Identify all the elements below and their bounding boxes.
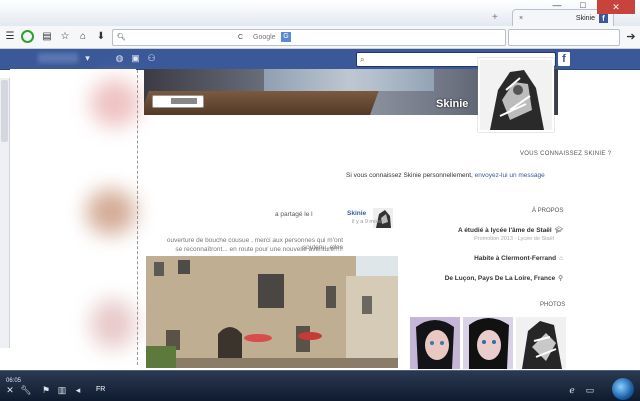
language-indicator[interactable]: FR bbox=[96, 386, 105, 393]
volume-icon[interactable]: ◂ bbox=[72, 384, 84, 396]
about-from[interactable]: De Luçon, Pays De La Loire, France ⚲ bbox=[445, 274, 563, 282]
about-lives[interactable]: Habite à Clermont-Ferrand ⌂ bbox=[474, 255, 563, 262]
about-section: A étudié à lycée l'âme de Staël 🎓︎ Promot… bbox=[404, 200, 568, 300]
maximize-button[interactable]: □ bbox=[572, 0, 594, 12]
column-divider bbox=[137, 70, 138, 365]
download-icon[interactable]: ⬇ bbox=[94, 30, 108, 44]
ie-browser-icon[interactable]: ℯ bbox=[566, 384, 578, 396]
know-message-text: Si vous connaissez Skinie personnellemen… bbox=[346, 172, 473, 179]
blurred-ad-image bbox=[86, 189, 136, 235]
explorer-folder-icon[interactable]: ▭ bbox=[584, 384, 596, 396]
scrollbar-thumb[interactable] bbox=[1, 80, 8, 142]
messages-icon[interactable]: ▣ bbox=[130, 53, 141, 64]
know-question: VOUS CONNAISSEZ SKINIE ? bbox=[520, 151, 612, 157]
chevron-down-icon[interactable]: ▾ bbox=[82, 53, 93, 64]
search-icon: ⌕ bbox=[360, 55, 365, 64]
clipboard-icon[interactable]: ▤ bbox=[40, 30, 54, 44]
photo-thumbnail[interactable] bbox=[516, 317, 566, 369]
post-shared-label: a partagé le l bbox=[275, 211, 313, 218]
reload-icon[interactable]: C bbox=[238, 30, 243, 45]
network-icon[interactable]: ▥ bbox=[56, 384, 68, 396]
close-window-button[interactable]: ✕ bbox=[597, 0, 635, 14]
blurred-ad-image bbox=[90, 79, 140, 127]
about-lives-text: Habite à Clermont-Ferrand bbox=[474, 255, 557, 262]
flag-icon[interactable]: ⚑ bbox=[40, 384, 52, 396]
photos-title: PHOTOS bbox=[540, 302, 566, 308]
search-icon: 🔍︎ bbox=[117, 34, 126, 41]
about-school[interactable]: A étudié à lycée l'âme de Staël 🎓︎ bbox=[458, 226, 563, 234]
search-bar[interactable]: 🔍︎ C Google G bbox=[112, 29, 506, 46]
home-icon[interactable]: ⌂ bbox=[76, 30, 90, 44]
search-engine-label: Google bbox=[253, 34, 276, 41]
photo-thumbnail[interactable] bbox=[463, 317, 513, 369]
minimize-button[interactable]: — bbox=[546, 0, 568, 12]
tools-icon[interactable]: 🔧︎ bbox=[20, 384, 32, 396]
extension-icon[interactable] bbox=[20, 30, 34, 44]
globe-notifications-icon[interactable]: ◍ bbox=[114, 53, 125, 64]
about-school-text: A étudié à lycée l'âme de Staël bbox=[457, 227, 552, 234]
profile-nav-link[interactable] bbox=[38, 53, 78, 63]
google-icon: G bbox=[281, 32, 291, 42]
address-input[interactable] bbox=[508, 29, 620, 46]
about-from-text: De Luçon, Pays De La Loire, France bbox=[444, 275, 556, 282]
post-photo[interactable] bbox=[146, 256, 398, 368]
bookmark-star-icon[interactable]: ☆ bbox=[58, 30, 72, 44]
post-timestamp[interactable]: il y a 9 mois bbox=[352, 219, 381, 225]
profile-name[interactable]: Skinie bbox=[436, 98, 468, 110]
photo-thumbnail[interactable] bbox=[410, 317, 460, 369]
post-text: se reconnaîtront... en route pour une no… bbox=[175, 246, 343, 253]
graduation-cap-icon: 🎓︎ bbox=[554, 227, 563, 234]
left-sidebar bbox=[10, 69, 140, 367]
know-message: Si vous connaissez Skinie personnellemen… bbox=[346, 172, 545, 179]
friend-requests-icon[interactable]: ⚇ bbox=[146, 53, 157, 64]
facebook-favicon-icon: f bbox=[599, 14, 608, 23]
about-school-sub: Promotion 2013 · Lycée de Staël bbox=[474, 236, 554, 242]
clock[interactable]: 06:05 bbox=[6, 378, 21, 384]
back-arrow-icon[interactable]: ➔ bbox=[624, 30, 638, 44]
send-message-link[interactable]: envoyez-lui un message bbox=[475, 172, 545, 179]
location-pin-icon: ⚲ bbox=[558, 275, 563, 282]
blurred-ad-image bbox=[90, 299, 136, 349]
post-author[interactable]: Skinie bbox=[347, 210, 366, 217]
close-icon[interactable]: ✕ bbox=[4, 384, 16, 396]
facebook-logo[interactable]: f bbox=[558, 52, 570, 66]
home-icon: ⌂ bbox=[559, 255, 563, 262]
cover-action-button[interactable] bbox=[152, 95, 204, 108]
new-tab-button[interactable]: + bbox=[492, 13, 502, 23]
profile-picture[interactable] bbox=[478, 58, 554, 132]
avatar[interactable] bbox=[373, 208, 393, 228]
start-button[interactable] bbox=[612, 378, 634, 400]
menu-icon[interactable]: ☰ bbox=[3, 30, 17, 44]
cover-window bbox=[264, 69, 434, 91]
